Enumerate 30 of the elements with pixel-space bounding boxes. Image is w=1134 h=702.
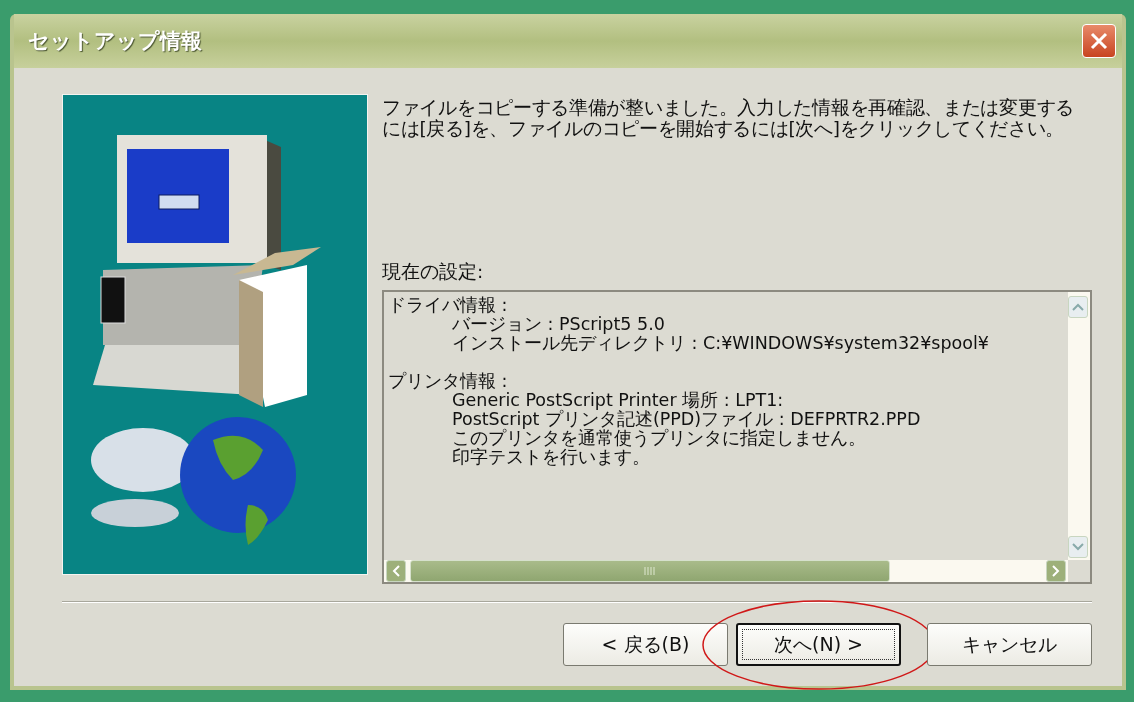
scroll-up-button[interactable] — [1068, 296, 1088, 318]
close-button[interactable] — [1082, 24, 1116, 58]
horizontal-scrollbar[interactable] — [384, 560, 1068, 582]
setting-line: このプリンタを通常使うプリンタに指定しません。 — [451, 429, 867, 448]
settings-label: 現在の設定: — [382, 260, 485, 284]
close-icon — [1089, 31, 1109, 51]
scrollbar-corner — [1068, 560, 1090, 582]
section-heading: ドライバ情報 : — [388, 296, 509, 315]
vertical-scrollbar[interactable] — [1068, 292, 1090, 560]
up-chevron-icon — [1072, 303, 1084, 311]
grip-icon — [644, 567, 656, 575]
instruction-text: ファイルをコピーする準備が整いました。入力した情報を再確認、または変更するには[戻る]を、ファイルのコピーを開始するには[次へ]をクリックしてください。 — [382, 96, 1075, 141]
setting-line: Generic PostScript Printer 場所 : LPT1: — [451, 391, 785, 410]
scroll-thumb[interactable] — [410, 560, 890, 582]
dialog-button[interactable]: 次へ(N) > — [736, 623, 901, 666]
scroll-right-button[interactable] — [1046, 560, 1066, 582]
right-chevron-icon — [1052, 565, 1060, 577]
section-heading: プリンタ情報 : — [388, 372, 509, 391]
window-title: セットアップ情報 — [28, 28, 202, 55]
setting-line: インストール先ディレクトリ : C:¥WINDOWS¥system32¥spool¥ — [451, 334, 990, 353]
setting-line: 印字テストを行います。 — [451, 448, 651, 467]
down-chevron-icon — [1072, 543, 1084, 551]
setting-line: PostScript プリンタ記述(PPD)ファイル : DEFPRTR2.PPD — [451, 410, 922, 429]
scroll-left-button[interactable] — [386, 560, 406, 582]
setting-line: バージョン : PScript5 5.0 — [451, 315, 666, 334]
dialog-button[interactable]: < 戻る(B) — [563, 623, 728, 666]
left-chevron-icon — [392, 565, 400, 577]
dialog-button[interactable]: キャンセル — [927, 623, 1092, 666]
scroll-down-button[interactable] — [1068, 536, 1088, 558]
settings-list-box[interactable]: ドライバ情報 : バージョン : PScript5 5.0 インストール先ディレクトリ : C:¥WINDOWS¥system32¥spool¥ プリンタ情報 : Generic PostScript Printer 場所 : LPT1: PostScript プリンタ記述(PPD)ファイル : DEFPRTR2.PPD このプリンタを通常使うプリンタに指定しません。 印字テストを行います。 — [382, 290, 1092, 584]
